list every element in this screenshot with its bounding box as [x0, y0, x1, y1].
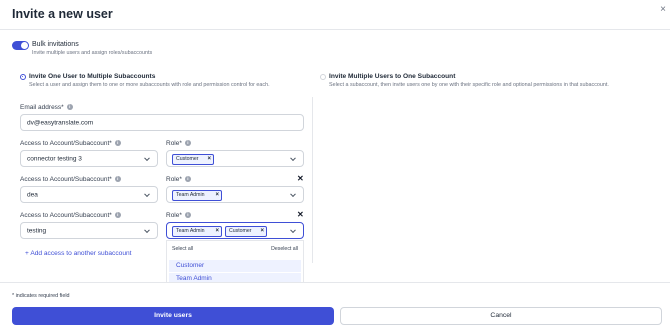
info-icon: i — [114, 176, 121, 183]
modal-title: Invite a new user — [12, 7, 113, 21]
chevron-down-icon — [290, 226, 296, 233]
cancel-button[interactable]: Cancel — [340, 307, 662, 325]
bulk-invitations-title: Bulk invitations — [32, 41, 79, 48]
modal-header: Invite a new user × — [0, 0, 670, 30]
close-icon[interactable]: × — [660, 4, 666, 15]
role-label-text: Role* — [166, 176, 182, 183]
access-label: Access to Account/Subaccount* i — [20, 176, 121, 183]
dropdown-option[interactable]: Team Admin — [169, 273, 301, 282]
chevron-down-icon — [144, 190, 150, 197]
role-dropdown-menu: Select all Deselect all Customer Team Ad… — [166, 240, 304, 282]
account-select[interactable]: testing — [20, 222, 158, 239]
info-icon: i — [66, 104, 73, 111]
option-many-to-one-title[interactable]: Invite Multiple Users to One Subaccount — [329, 73, 455, 80]
account-select[interactable]: dea — [20, 186, 158, 203]
required-field-note: * indicates required field — [12, 293, 70, 299]
role-label: Role* i — [166, 176, 191, 183]
toggle-knob — [21, 42, 28, 49]
option-many-to-one-description: Select a subaccount, then invite users o… — [329, 82, 609, 88]
role-select[interactable]: Customer × — [166, 150, 304, 167]
access-label: Access to Account/Subaccount* i — [20, 140, 121, 147]
dropdown-option[interactable]: Customer — [169, 260, 301, 272]
info-icon: i — [184, 176, 191, 183]
remove-chip-icon[interactable]: × — [260, 227, 264, 236]
radio-one-to-many[interactable] — [20, 74, 26, 80]
select-all-button[interactable]: Select all — [172, 246, 193, 252]
info-icon: i — [184, 140, 191, 147]
role-label-text: Role* — [166, 212, 182, 219]
role-chip: Customer × — [172, 154, 214, 165]
email-field[interactable]: dv@easytranslate.com — [20, 114, 304, 131]
account-value: testing — [27, 227, 47, 234]
role-label: Role* i — [166, 140, 191, 147]
info-icon: i — [114, 140, 121, 147]
remove-chip-icon[interactable]: × — [215, 191, 219, 200]
email-label: Email address* i — [20, 104, 73, 111]
chevron-down-icon — [144, 154, 150, 161]
account-select[interactable]: connector testing 3 — [20, 150, 158, 167]
role-select[interactable]: Team Admin × Customer × — [166, 222, 304, 239]
footer-divider — [0, 282, 670, 283]
option-one-to-many-description: Select a user and assign them to one or … — [29, 82, 270, 88]
option-one-to-many-title[interactable]: Invite One User to Multiple Subaccounts — [29, 73, 155, 80]
role-label-text: Role* — [166, 140, 182, 147]
radio-many-to-one[interactable] — [320, 74, 326, 80]
add-subaccount-link[interactable]: + Add access to another subaccount — [25, 250, 132, 257]
remove-chip-icon[interactable]: × — [215, 227, 219, 236]
role-chip: Team Admin × — [172, 190, 222, 201]
role-chip-label: Team Admin — [176, 228, 205, 234]
access-label-text: Access to Account/Subaccount* — [20, 212, 112, 219]
role-label: Role* i — [166, 212, 191, 219]
role-chip-label: Team Admin — [176, 192, 205, 198]
info-icon: i — [184, 212, 191, 219]
bulk-invitations-subtitle: Invite multiple users and assign roles/s… — [32, 50, 153, 56]
access-label: Access to Account/Subaccount* i — [20, 212, 121, 219]
role-chip: Team Admin × — [172, 226, 222, 237]
chevron-down-icon — [144, 226, 150, 233]
bulk-invitations-toggle[interactable] — [12, 41, 29, 50]
role-chip-label: Customer — [229, 228, 252, 234]
chevron-down-icon — [290, 190, 296, 197]
remove-chip-icon[interactable]: × — [207, 155, 211, 164]
account-value: dea — [27, 191, 38, 198]
invite-users-button[interactable]: Invite users — [12, 307, 334, 325]
account-value: connector testing 3 — [27, 155, 82, 162]
column-divider — [312, 97, 313, 263]
role-chip-label: Customer — [176, 156, 199, 162]
access-label-text: Access to Account/Subaccount* — [20, 176, 112, 183]
role-chip: Customer × — [225, 226, 267, 237]
deselect-all-button[interactable]: Deselect all — [271, 246, 298, 252]
role-select[interactable]: Team Admin × — [166, 186, 304, 203]
chevron-down-icon — [290, 154, 296, 161]
remove-row-icon[interactable]: ✕ — [297, 210, 304, 219]
remove-row-icon[interactable]: ✕ — [297, 174, 304, 183]
email-value: dv@easytranslate.com — [27, 119, 94, 126]
access-label-text: Access to Account/Subaccount* — [20, 140, 112, 147]
email-label-text: Email address* — [20, 104, 64, 111]
info-icon: i — [114, 212, 121, 219]
